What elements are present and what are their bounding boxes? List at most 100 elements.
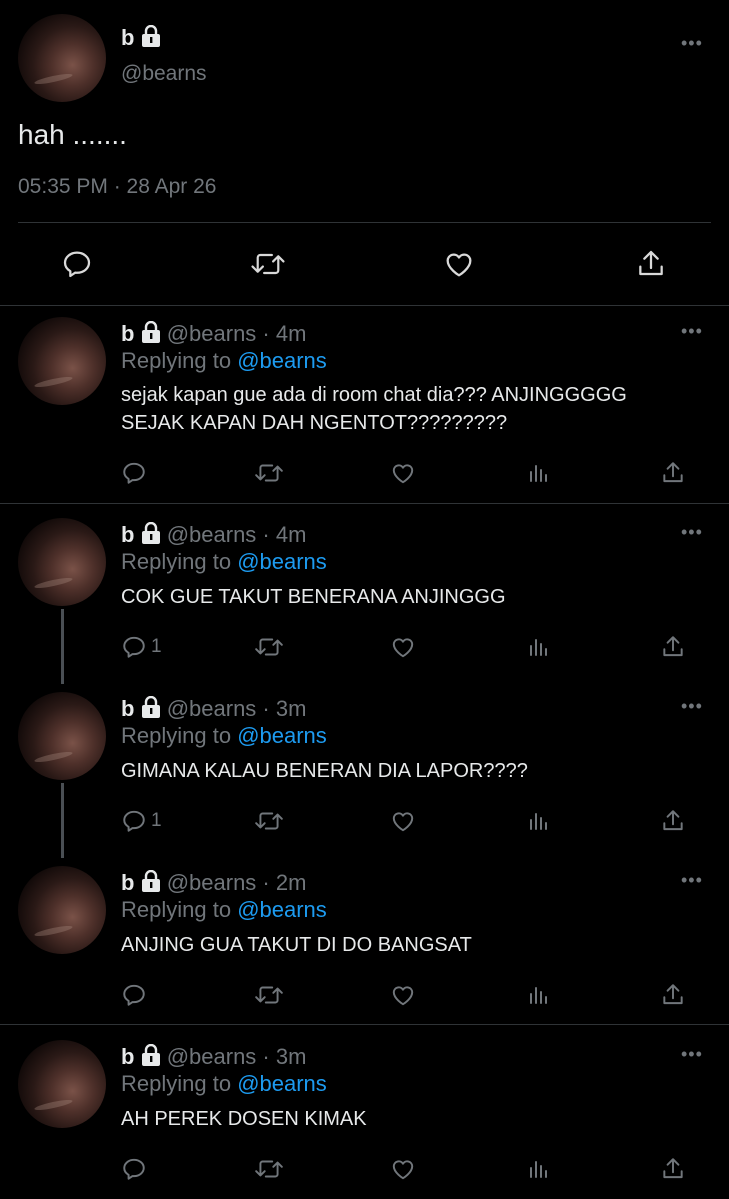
author-name[interactable]: b xyxy=(121,522,134,547)
views-icon xyxy=(530,813,547,830)
tweet-text: AH PEREK DOSEN KIMAK xyxy=(121,1108,367,1130)
tweet-text: sejak kapan gue ada di room chat dia??? … xyxy=(121,384,627,406)
more-icon[interactable]: ••• xyxy=(681,322,703,340)
more-icon[interactable]: ••• xyxy=(681,871,703,889)
reply-icon xyxy=(123,984,145,1006)
share-button[interactable] xyxy=(660,634,686,660)
replying-to: Replying to @bearns xyxy=(121,1071,327,1097)
reply-button[interactable] xyxy=(121,1156,151,1182)
replying-to-link[interactable]: @bearns xyxy=(237,723,327,748)
replying-to-label: Replying to xyxy=(121,549,238,574)
views-icon xyxy=(530,1161,547,1178)
avatar[interactable] xyxy=(18,866,106,954)
reply-icon xyxy=(123,462,145,484)
share-button[interactable] xyxy=(660,982,686,1008)
like-button[interactable] xyxy=(390,1156,416,1182)
retweet-icon xyxy=(255,638,283,656)
replying-to-link[interactable]: @bearns xyxy=(237,1071,327,1096)
views-button[interactable] xyxy=(526,1156,550,1182)
timestamp[interactable]: 05:35 PM · 28 Apr 26 xyxy=(18,175,216,199)
author-row: b @bearns · 3m xyxy=(121,1043,306,1073)
reply-button[interactable]: 1 xyxy=(121,808,162,834)
reply-button[interactable]: 1 xyxy=(121,634,162,660)
reply-button[interactable] xyxy=(121,460,151,486)
more-icon[interactable]: ••• xyxy=(681,523,703,541)
like-button[interactable] xyxy=(443,248,475,280)
replying-to-label: Replying to xyxy=(121,723,238,748)
divider xyxy=(0,503,729,504)
views-button[interactable] xyxy=(526,460,550,486)
replying-to: Replying to @bearns xyxy=(121,723,327,749)
replying-to-label: Replying to xyxy=(121,348,238,373)
views-icon xyxy=(530,639,547,656)
lock-icon xyxy=(141,521,161,551)
author-name[interactable]: b xyxy=(121,25,134,50)
share-icon xyxy=(639,250,663,276)
reply-icon xyxy=(123,810,145,832)
thread-line xyxy=(61,609,64,684)
retweet-button[interactable] xyxy=(254,634,284,660)
like-button[interactable] xyxy=(390,808,416,834)
retweet-button[interactable] xyxy=(254,460,284,486)
views-button[interactable] xyxy=(526,808,550,834)
retweet-button[interactable] xyxy=(254,1156,284,1182)
author-name[interactable]: b xyxy=(121,696,134,721)
views-button[interactable] xyxy=(526,634,550,660)
reply-button[interactable] xyxy=(61,248,93,280)
reply-count: 1 xyxy=(151,636,162,657)
like-icon xyxy=(392,464,414,484)
lock-icon xyxy=(141,320,161,350)
avatar[interactable] xyxy=(18,14,106,102)
replying-to-link[interactable]: @bearns xyxy=(237,897,327,922)
lock-icon xyxy=(141,869,161,899)
tweet-text: COK GUE TAKUT BENERANA ANJINGGG xyxy=(121,586,506,608)
retweet-icon xyxy=(255,1160,283,1178)
reply-button[interactable] xyxy=(121,982,151,1008)
share-button[interactable] xyxy=(660,1156,686,1182)
retweet-button[interactable] xyxy=(254,808,284,834)
share-icon xyxy=(663,462,683,483)
share-icon xyxy=(663,810,683,831)
avatar[interactable] xyxy=(18,317,106,405)
more-icon[interactable]: ••• xyxy=(681,34,703,52)
lock-icon xyxy=(141,24,161,54)
author-row: b @bearns · 3m xyxy=(121,695,306,725)
lock-icon xyxy=(141,695,161,725)
handle-and-time[interactable]: @bearns · 3m xyxy=(167,1044,307,1069)
reply-icon xyxy=(63,251,91,278)
retweet-button[interactable] xyxy=(250,248,286,280)
replying-to-link[interactable]: @bearns xyxy=(237,549,327,574)
views-button[interactable] xyxy=(526,982,550,1008)
like-button[interactable] xyxy=(390,634,416,660)
author-name[interactable]: b xyxy=(121,321,134,346)
like-button[interactable] xyxy=(390,460,416,486)
handle-and-time[interactable]: @bearns · 4m xyxy=(167,522,307,547)
like-button[interactable] xyxy=(390,982,416,1008)
retweet-button[interactable] xyxy=(254,982,284,1008)
like-icon xyxy=(392,812,414,832)
avatar[interactable] xyxy=(18,692,106,780)
tweet-text: hah ....... xyxy=(18,119,127,150)
author-row: b @bearns · 2m xyxy=(121,869,306,899)
more-icon[interactable]: ••• xyxy=(681,1045,703,1063)
avatar[interactable] xyxy=(18,518,106,606)
share-icon xyxy=(663,1158,683,1179)
author-row: b @bearns · 4m xyxy=(121,320,306,350)
share-button[interactable] xyxy=(660,460,686,486)
replying-to-label: Replying to xyxy=(121,1071,238,1096)
author-name[interactable]: b xyxy=(121,870,134,895)
share-button[interactable] xyxy=(635,248,667,280)
avatar[interactable] xyxy=(18,1040,106,1128)
replying-to: Replying to @bearns xyxy=(121,897,327,923)
share-button[interactable] xyxy=(660,808,686,834)
handle-and-time[interactable]: @bearns · 4m xyxy=(167,321,307,346)
reply-icon xyxy=(123,1158,145,1180)
author-name[interactable]: b xyxy=(121,1044,134,1069)
retweet-icon xyxy=(255,986,283,1004)
author-handle[interactable]: @bearns xyxy=(121,62,207,86)
replying-to-link[interactable]: @bearns xyxy=(237,348,327,373)
replying-to: Replying to @bearns xyxy=(121,348,327,374)
more-icon[interactable]: ••• xyxy=(681,697,703,715)
handle-and-time[interactable]: @bearns · 3m xyxy=(167,696,307,721)
handle-and-time[interactable]: @bearns · 2m xyxy=(167,870,307,895)
